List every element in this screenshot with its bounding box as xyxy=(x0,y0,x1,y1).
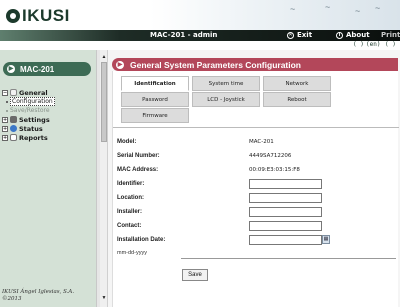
tree-item-save-restore[interactable]: Save/Restore xyxy=(2,106,94,115)
exit-icon: ✕ xyxy=(287,31,294,39)
scroll-thumb[interactable] xyxy=(101,62,107,142)
collapse-icon[interactable]: − xyxy=(2,89,8,96)
scroll-up-icon[interactable]: ▲ xyxy=(101,54,107,60)
logo-icon xyxy=(6,9,20,23)
contact-label: Contact: xyxy=(117,223,142,229)
language-option[interactable]: ( ) xyxy=(385,41,396,48)
save-button[interactable]: Save xyxy=(182,269,208,281)
bird-icon: ~ xyxy=(355,6,361,16)
title-bar: MAC-201 - admin ✕ Exit i About Print xyxy=(0,30,400,41)
tab-password[interactable]: Password xyxy=(121,92,189,107)
divider xyxy=(113,127,399,128)
location-label: Location: xyxy=(117,195,144,201)
folder-icon xyxy=(10,89,17,96)
tab-lcd-joystick[interactable]: LCD - Joystick xyxy=(192,92,260,107)
bird-icon: ~ xyxy=(290,4,296,14)
bird-icon: ~ xyxy=(375,3,381,13)
app-title: MAC-201 - admin xyxy=(150,31,218,39)
location-input[interactable] xyxy=(249,193,322,203)
bird-icon: ~ xyxy=(325,2,331,12)
language-option-en[interactable]: (en) xyxy=(366,41,380,48)
panel-title: General System Parameters Configuration xyxy=(130,59,302,70)
sidebar: ▶ MAC-201 − General Configuration Save/R… xyxy=(0,50,96,307)
tab-firmware[interactable]: Firmware xyxy=(121,108,189,123)
play-icon: ▶ xyxy=(7,65,15,73)
tree-item-settings[interactable]: + Settings xyxy=(2,115,94,124)
mac-label: MAC Address: xyxy=(117,167,159,173)
config-panel: Identification System time Network Passw… xyxy=(112,71,399,307)
language-bar: ( ) (en) ( ) xyxy=(0,41,400,50)
form-row-serial: Serial Number: 4449SA712206 xyxy=(117,151,397,163)
bullet-icon xyxy=(6,100,8,103)
about-label: About xyxy=(346,31,370,39)
install-date-input[interactable] xyxy=(249,235,322,245)
date-format-hint: mm-dd-yyyy xyxy=(117,250,147,256)
bullet-icon xyxy=(6,109,8,112)
tree-item-general[interactable]: − General xyxy=(2,88,94,97)
copyright-year: ©2013 xyxy=(2,296,22,302)
settings-icon xyxy=(10,116,17,123)
tree-label: General xyxy=(19,88,48,97)
status-icon xyxy=(10,125,17,132)
tree-item-status[interactable]: + Status xyxy=(2,124,94,133)
form-row-installer: Installer: xyxy=(117,207,397,219)
main-content: ▶ General System Parameters Configuratio… xyxy=(108,50,400,307)
exit-button[interactable]: ✕ Exit xyxy=(287,31,312,39)
tree-label: Reports xyxy=(19,133,48,142)
expand-icon[interactable]: + xyxy=(2,134,8,141)
model-label: Model: xyxy=(117,139,137,145)
tree-item-configuration[interactable]: Configuration xyxy=(2,97,94,106)
header-banner: ~ ~ ~ ~ xyxy=(150,0,400,30)
tab-reboot[interactable]: Reboot xyxy=(263,92,331,107)
play-icon: ▶ xyxy=(116,60,124,69)
scroll-down-icon[interactable]: ▼ xyxy=(101,295,107,301)
mac-value: 00:09:E3:03:15:F8 xyxy=(249,167,300,173)
print-label: Print xyxy=(381,31,400,39)
calendar-icon[interactable]: ▦ xyxy=(322,235,330,244)
about-button[interactable]: i About xyxy=(336,31,370,39)
report-icon xyxy=(10,134,17,141)
nav-tree: − General Configuration Save/Restore + S… xyxy=(2,88,94,142)
model-value: MAC-201 xyxy=(249,139,274,145)
expand-icon[interactable]: + xyxy=(2,125,8,132)
header: IKUSI ~ ~ ~ ~ xyxy=(0,0,400,30)
install-date-label: Installation Date: xyxy=(117,237,166,243)
sidebar-header: ▶ MAC-201 xyxy=(3,62,91,76)
form-row-identifier: Identifier: xyxy=(117,179,397,191)
identifier-label: Identifier: xyxy=(117,181,145,187)
logo-text: IKUSI xyxy=(22,6,70,25)
info-icon: i xyxy=(336,31,343,39)
form-row-install-date: Installation Date: ▦ xyxy=(117,235,397,247)
contact-input[interactable] xyxy=(249,221,322,231)
form-divider xyxy=(181,258,396,259)
tab-network[interactable]: Network xyxy=(263,76,331,91)
tree-label: Status xyxy=(19,124,43,133)
form-row-mac: MAC Address: 00:09:E3:03:15:F8 xyxy=(117,165,397,177)
tree-label: Configuration xyxy=(10,97,55,106)
tab-identification[interactable]: Identification xyxy=(121,76,189,91)
language-option[interactable]: ( ) xyxy=(353,41,364,48)
copyright-company: IKUSI Ángel Iglesias, S.A. xyxy=(2,289,75,295)
exit-label: Exit xyxy=(297,31,313,39)
tab-system-time[interactable]: System time xyxy=(192,76,260,91)
installer-label: Installer: xyxy=(117,209,143,215)
serial-label: Serial Number: xyxy=(117,153,160,159)
vertical-scrollbar[interactable]: ▲ ▼ xyxy=(100,50,108,307)
sidebar-title: MAC-201 xyxy=(20,64,55,74)
form-row-location: Location: xyxy=(117,193,397,205)
app-window: IKUSI ~ ~ ~ ~ MAC-201 - admin ✕ Exit i A… xyxy=(0,0,400,307)
expand-icon[interactable]: + xyxy=(2,116,8,123)
tree-label: Save/Restore xyxy=(10,107,50,114)
form-row-model: Model: MAC-201 xyxy=(117,137,397,149)
print-button[interactable]: Print xyxy=(381,31,400,39)
identifier-input[interactable] xyxy=(249,179,322,189)
panel-header: ▶ General System Parameters Configuratio… xyxy=(112,58,398,71)
serial-value: 4449SA712206 xyxy=(249,153,292,159)
installer-input[interactable] xyxy=(249,207,322,217)
ikusi-logo: IKUSI xyxy=(6,6,70,26)
form-row-contact: Contact: xyxy=(117,221,397,233)
tree-label: Settings xyxy=(19,115,50,124)
copyright: IKUSI Ángel Iglesias, S.A. ©2013 xyxy=(2,289,74,303)
tree-item-reports[interactable]: + Reports xyxy=(2,133,94,142)
